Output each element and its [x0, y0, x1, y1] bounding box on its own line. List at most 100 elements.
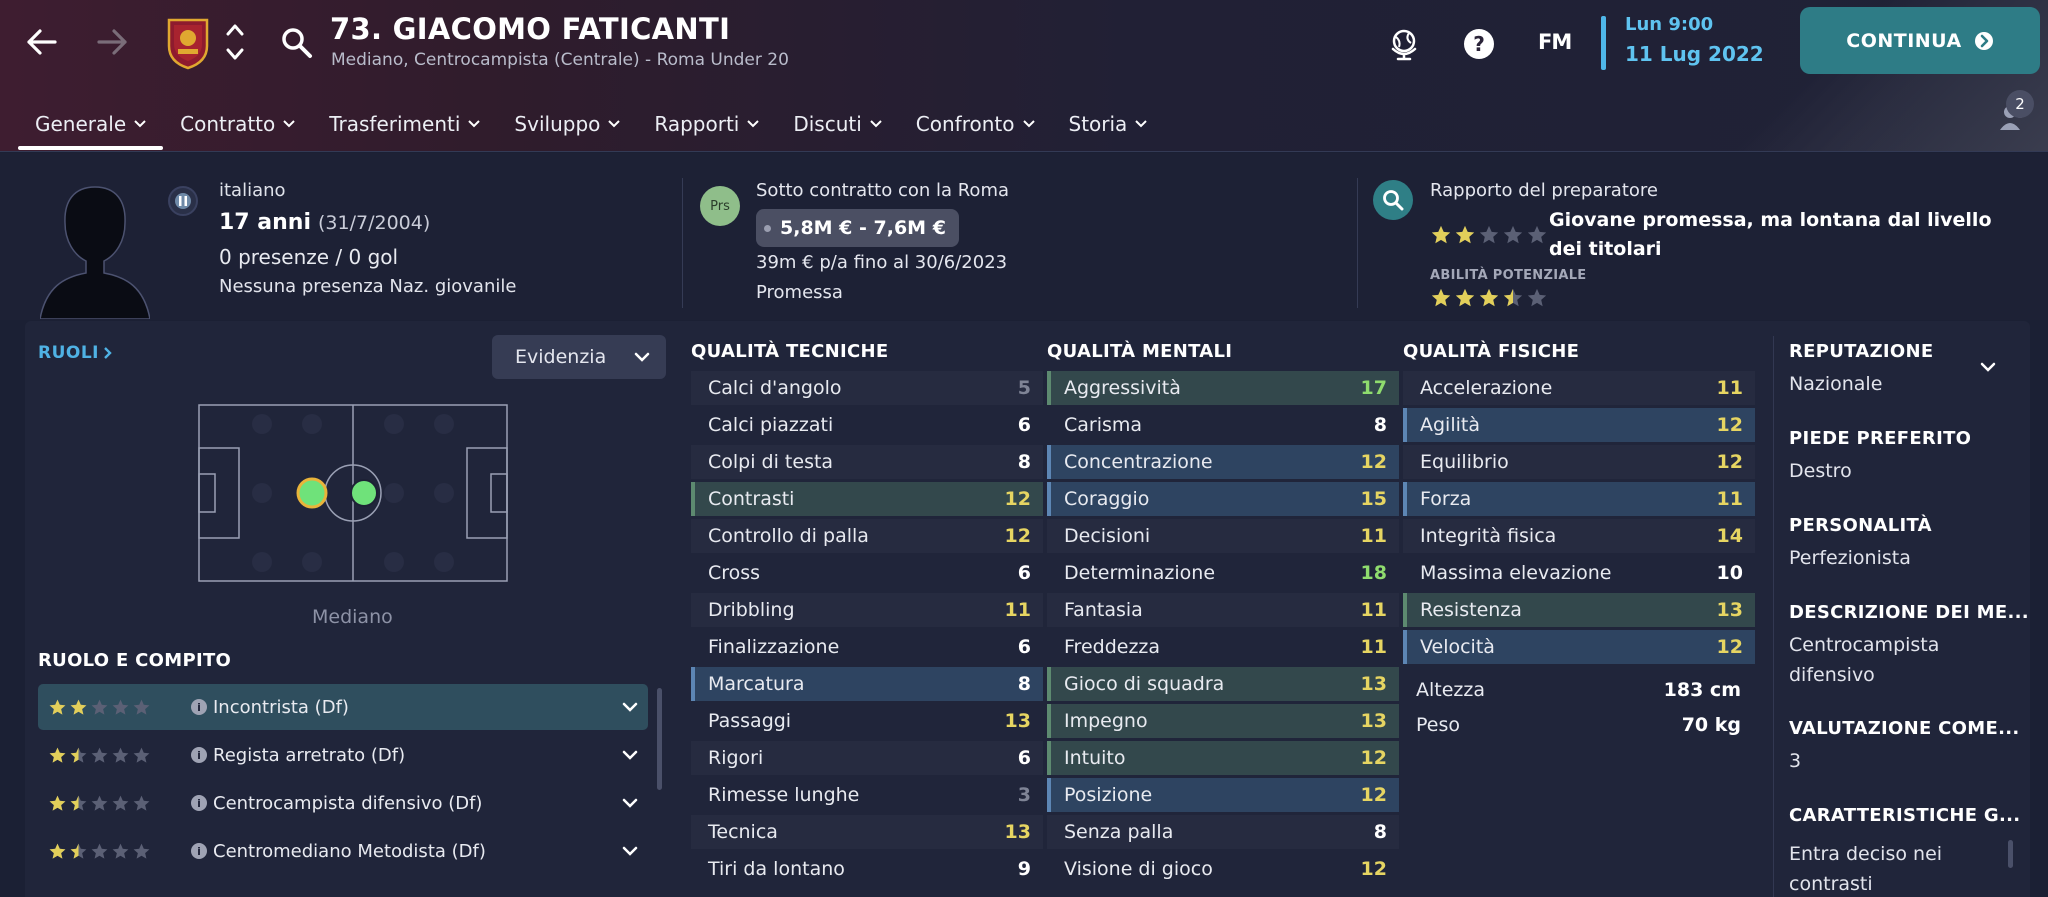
height-label: Altezza	[1416, 679, 1486, 701]
chevron-down-icon[interactable]	[622, 846, 638, 856]
attribute-row[interactable]: Integrità fisica 14	[1403, 519, 1755, 553]
attribute-value: 12	[1360, 784, 1387, 806]
star-icon	[91, 843, 108, 859]
globe-icon[interactable]	[1384, 24, 1424, 64]
attribute-row[interactable]: Visione di gioco 12	[1047, 852, 1399, 886]
info-icon[interactable]: i	[191, 795, 207, 811]
attribute-row[interactable]: Determinazione 18	[1047, 556, 1399, 590]
attribute-value: 11	[1716, 377, 1743, 399]
attribute-row[interactable]: Freddezza 11	[1047, 630, 1399, 664]
search-icon[interactable]	[280, 26, 314, 60]
attribute-row[interactable]: Passaggi 13	[691, 704, 1043, 738]
attribute-row[interactable]: Cross 6	[691, 556, 1043, 590]
info-icon[interactable]: i	[191, 843, 207, 859]
attribute-row[interactable]: Gioco di squadra 13	[1047, 667, 1399, 701]
attribute-row[interactable]: Colpi di testa 8	[691, 445, 1043, 479]
info-icon[interactable]: i	[191, 747, 207, 763]
highlight-dropdown[interactable]: Evidenzia	[492, 335, 666, 379]
attribute-row[interactable]: Concentrazione 12	[1047, 445, 1399, 479]
continue-button[interactable]: CONTINUA	[1800, 7, 2040, 74]
attribute-row[interactable]: Controllo di palla 12	[691, 519, 1043, 553]
attribute-name: Finalizzazione	[708, 636, 840, 658]
attribute-value: 11	[1360, 525, 1387, 547]
tab-generale[interactable]: Generale	[18, 102, 164, 150]
attribute-row[interactable]: Senza palla 8	[1047, 815, 1399, 849]
attribute-name: Coraggio	[1064, 488, 1150, 510]
tab-label: Rapporti	[654, 112, 740, 136]
attribute-row[interactable]: Decisioni 11	[1047, 519, 1399, 553]
role-row[interactable]: i Centrocampista difensivo (Df)	[38, 780, 648, 826]
attribute-row[interactable]: Dribbling 11	[691, 593, 1043, 627]
tab-rapporti[interactable]: Rapporti	[637, 102, 776, 146]
attribute-row[interactable]: Calci d'angolo 5	[691, 371, 1043, 405]
attribute-row[interactable]: Agilità 12	[1403, 408, 1755, 442]
attribute-name: Carisma	[1064, 414, 1143, 436]
tab-contratto[interactable]: Contratto	[163, 102, 312, 146]
side-scrollbar[interactable]	[2008, 840, 2013, 868]
transfer-value[interactable]: 5,8M € - 7,6M €	[756, 209, 959, 247]
tab-sviluppo[interactable]: Sviluppo	[497, 102, 637, 146]
star-icon	[70, 843, 87, 859]
attribute-row[interactable]: Accelerazione 11	[1403, 371, 1755, 405]
attribute-row[interactable]: Coraggio 15	[1047, 482, 1399, 516]
attribute-value: 10	[1716, 562, 1743, 584]
attribute-row[interactable]: Aggressività 17	[1047, 371, 1399, 405]
forward-arrow-icon[interactable]	[92, 22, 132, 62]
star-icon	[1527, 288, 1547, 307]
chevron-down-icon[interactable]	[622, 750, 638, 760]
highlight-dropdown-label: Evidenzia	[515, 346, 607, 368]
divider	[1357, 178, 1358, 308]
tab-discuti[interactable]: Discuti	[776, 102, 898, 146]
up-down-icon[interactable]	[224, 20, 246, 64]
attribute-row[interactable]: Posizione 12	[1047, 778, 1399, 812]
attribute-row[interactable]: Forza 11	[1403, 482, 1755, 516]
attribute-row[interactable]: Carisma 8	[1047, 408, 1399, 442]
role-list-scrollbar[interactable]	[657, 688, 662, 790]
nationality: italiano	[219, 180, 286, 201]
star-icon	[49, 795, 66, 811]
attribute-value: 12	[1360, 858, 1387, 880]
media-description-value: Centrocampista difensivo	[1789, 634, 1940, 686]
position-label: Mediano	[312, 606, 393, 628]
reputation-value: Nazionale	[1789, 373, 1883, 395]
chevron-down-icon[interactable]	[622, 798, 638, 808]
roles-link[interactable]: RUOLI	[38, 343, 113, 363]
attribute-row[interactable]: Rimesse lunghe 3	[691, 778, 1043, 812]
current-ability-stars	[1430, 224, 1548, 246]
pitch-positions-map[interactable]	[198, 404, 508, 582]
attribute-row[interactable]: Impegno 13	[1047, 704, 1399, 738]
attribute-row[interactable]: Velocità 12	[1403, 630, 1755, 664]
chevron-down-icon[interactable]	[622, 702, 638, 712]
attribute-row[interactable]: Equilibrio 12	[1403, 445, 1755, 479]
attribute-row[interactable]: Contrasti 12	[691, 482, 1043, 516]
role-row[interactable]: i Regista arretrato (Df)	[38, 732, 648, 778]
attribute-row[interactable]: Calci piazzati 6	[691, 408, 1043, 442]
attribute-name: Fantasia	[1064, 599, 1143, 621]
attribute-row[interactable]: Resistenza 13	[1403, 593, 1755, 627]
attribute-row[interactable]: Tiri da lontano 9	[691, 852, 1043, 886]
attribute-row[interactable]: Massima elevazione 10	[1403, 556, 1755, 590]
reputation-heading: REPUTAZIONE	[1789, 341, 1934, 362]
tab-storia[interactable]: Storia	[1052, 102, 1165, 146]
tab-confronto[interactable]: Confronto	[899, 102, 1052, 146]
role-row[interactable]: i Centromediano Metodista (Df)	[38, 828, 648, 874]
star-icon	[70, 699, 87, 715]
attribute-row[interactable]: Finalizzazione 6	[691, 630, 1043, 664]
star-icon	[1431, 225, 1451, 244]
attribute-row[interactable]: Rigori 6	[691, 741, 1043, 775]
back-arrow-icon[interactable]	[22, 22, 62, 62]
attribute-row[interactable]: Fantasia 11	[1047, 593, 1399, 627]
attribute-row[interactable]: Intuito 12	[1047, 741, 1399, 775]
magnifier-icon[interactable]	[1373, 180, 1413, 220]
help-icon[interactable]: ?	[1459, 24, 1499, 64]
attribute-name: Accelerazione	[1420, 377, 1553, 399]
position-dot-dm	[296, 477, 328, 509]
fm-logo[interactable]: FM	[1538, 30, 1572, 54]
attribute-value: 12	[1716, 451, 1743, 473]
attribute-row[interactable]: Marcatura 8	[691, 667, 1043, 701]
role-row[interactable]: i Incontrista (Df)	[38, 684, 648, 730]
info-icon[interactable]: i	[191, 699, 207, 715]
tab-trasferimenti[interactable]: Trasferimenti	[312, 102, 497, 146]
divider	[682, 178, 683, 308]
attribute-row[interactable]: Tecnica 13	[691, 815, 1043, 849]
